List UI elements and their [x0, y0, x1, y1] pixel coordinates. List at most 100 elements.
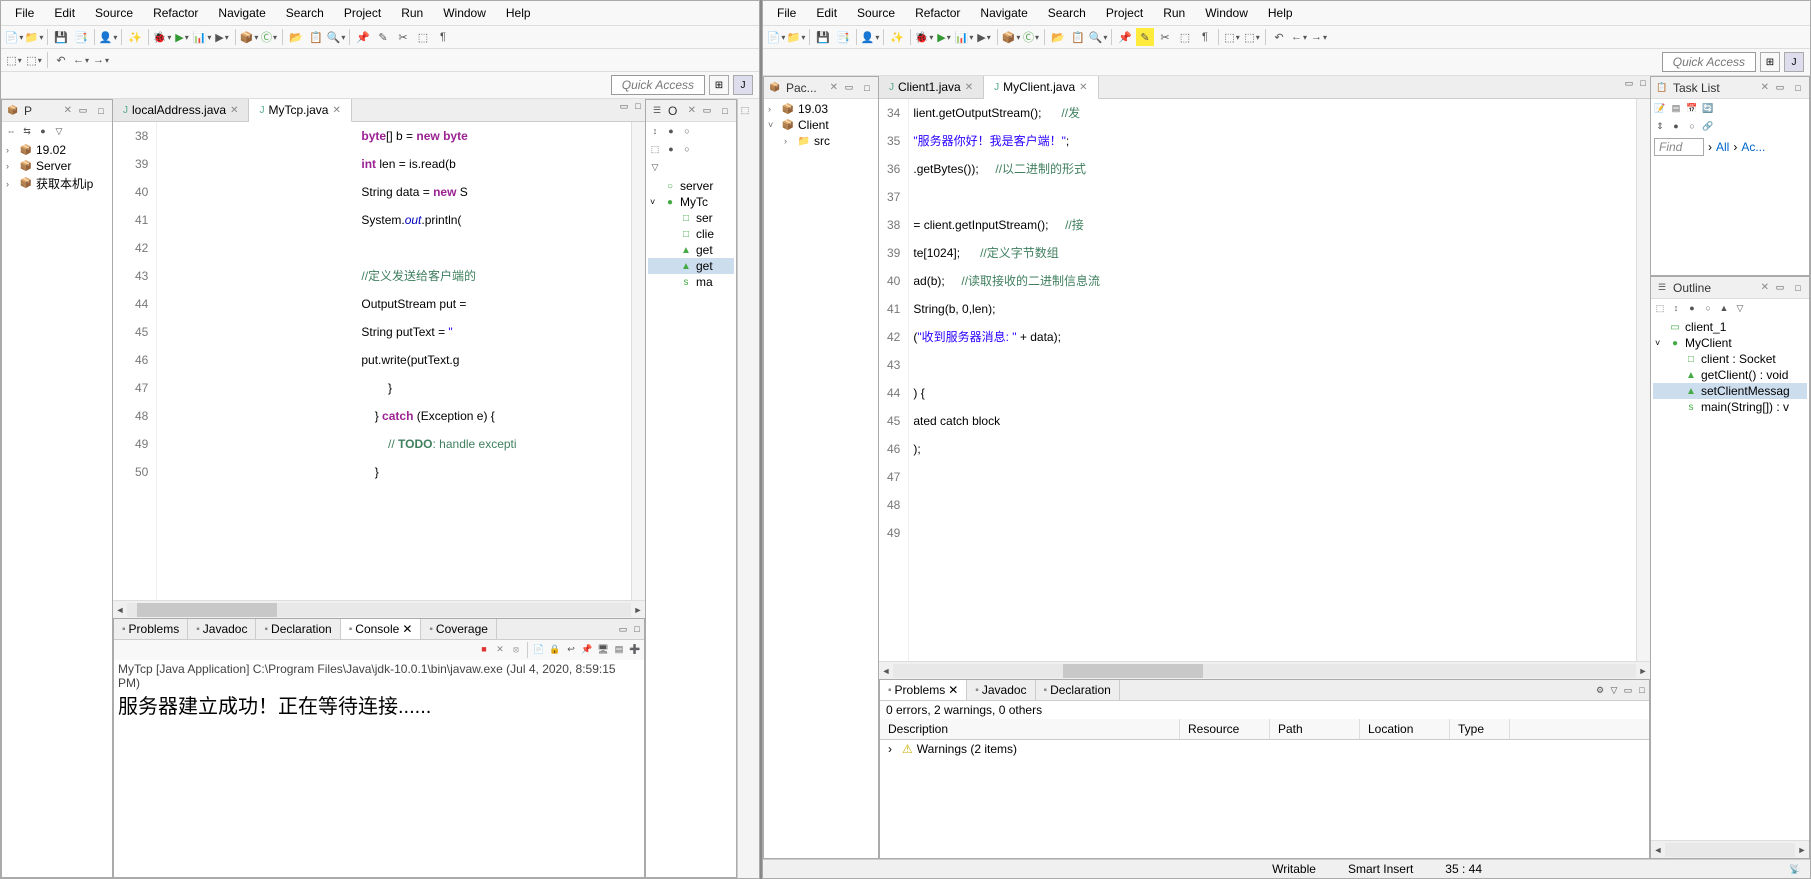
open-task[interactable]: 📋 — [307, 28, 325, 46]
menu-search[interactable]: Search — [1038, 3, 1096, 23]
back-dd[interactable]: ← — [1290, 28, 1308, 46]
menu-source[interactable]: Source — [85, 3, 143, 23]
editor-tab[interactable]: JlocalAddress.java✕ — [113, 99, 249, 121]
open-type[interactable]: 📂 — [287, 28, 305, 46]
save-dd[interactable]: 📁 — [25, 28, 43, 46]
max-icon[interactable]: □ — [1636, 76, 1650, 90]
new-button[interactable]: 📄 — [767, 28, 785, 46]
new-class[interactable]: Ⓒ — [1022, 28, 1040, 46]
menu-window[interactable]: Window — [433, 3, 496, 23]
close-icon[interactable]: ✕ — [402, 622, 412, 636]
sync-icon[interactable]: 🔄 — [1701, 101, 1715, 115]
wand-icon[interactable]: ✨ — [126, 28, 144, 46]
save-all-icon[interactable]: 📑 — [72, 28, 90, 46]
search-dd[interactable]: 🔍 — [327, 28, 345, 46]
bottom-tab-declaration[interactable]: ▪Declaration — [1036, 680, 1120, 700]
user-dd[interactable]: 👤 — [99, 28, 117, 46]
pin-icon[interactable]: 📌 — [1116, 28, 1134, 46]
tree-item[interactable]: ›📁src — [766, 133, 876, 149]
max-icon[interactable]: □ — [630, 622, 644, 636]
close-tab-icon[interactable]: ✕ — [1079, 82, 1087, 93]
f3-icon[interactable]: ○ — [680, 142, 694, 156]
close-icon[interactable]: ✕ — [1761, 282, 1769, 293]
min-icon[interactable]: ▭ — [1621, 683, 1635, 697]
hide-icon[interactable]: ○ — [1685, 119, 1699, 133]
outline-item[interactable]: ▲setClientMessag — [1653, 383, 1807, 399]
collapse-icon[interactable]: ⇕ — [1653, 119, 1667, 133]
hscroll-left[interactable]: ◄► — [113, 600, 645, 618]
code-editor-right[interactable]: lient.getOutputStream(); //发"服务器你好！我是客户端… — [909, 99, 1636, 661]
editor-tab[interactable]: JClient1.java✕ — [879, 76, 984, 98]
menu-navigate[interactable]: Navigate — [208, 3, 275, 23]
close-icon[interactable]: ✕ — [948, 683, 958, 697]
menu-project[interactable]: Project — [1096, 3, 1153, 23]
open-console-dd[interactable]: ▤ — [612, 642, 626, 656]
link-icon[interactable]: 🔗 — [1701, 119, 1715, 133]
word-wrap-icon[interactable]: ↩ — [564, 642, 578, 656]
tree-item[interactable]: ›📦Server — [4, 158, 110, 174]
scroll-lock-icon[interactable]: 🔒 — [548, 642, 562, 656]
save-icon[interactable]: 💾 — [52, 28, 70, 46]
perspective-btn[interactable]: ⊞ — [709, 75, 729, 95]
col-location[interactable]: Location — [1360, 719, 1450, 739]
bottom-tab-problems[interactable]: ▪Problems ✕ — [880, 680, 967, 700]
menu-icon[interactable]: ▽ — [52, 124, 66, 138]
coverage-button[interactable]: 📊 — [955, 28, 973, 46]
menu-refactor[interactable]: Refactor — [905, 3, 970, 23]
min-icon[interactable]: ▭ — [1773, 281, 1787, 295]
menu-window[interactable]: Window — [1195, 3, 1258, 23]
menu-help[interactable]: Help — [1258, 3, 1303, 23]
new-class[interactable]: Ⓒ — [260, 28, 278, 46]
wand-icon[interactable]: ✨ — [888, 28, 906, 46]
menu-icon[interactable]: ▽ — [1607, 683, 1621, 697]
outline-item[interactable]: □clie — [648, 226, 734, 242]
restore-icon[interactable]: ⬚ — [738, 103, 752, 117]
java-perspective[interactable]: J — [1784, 52, 1804, 72]
toggle-icon[interactable]: ⬚ — [414, 28, 432, 46]
min-icon[interactable]: ▭ — [617, 99, 631, 113]
pin-icon[interactable]: 📌 — [354, 28, 372, 46]
link-icon[interactable]: ⇆ — [20, 124, 34, 138]
new-pkg[interactable]: 📦 — [240, 28, 258, 46]
f2[interactable]: ↕ — [1669, 301, 1683, 315]
save-all-icon[interactable]: 📑 — [834, 28, 852, 46]
bottom-tab-javadoc[interactable]: ▪Javadoc — [188, 619, 256, 639]
max-icon[interactable]: □ — [631, 99, 645, 113]
min-icon[interactable]: ▭ — [1622, 76, 1636, 90]
perspective-btn[interactable]: ⊞ — [1760, 52, 1780, 72]
mark-icon[interactable]: ✎ — [374, 28, 392, 46]
cut-icon[interactable]: ✂ — [394, 28, 412, 46]
tree-item[interactable]: ›📦19.02 — [4, 142, 110, 158]
max-icon[interactable]: □ — [1635, 683, 1649, 697]
nav2[interactable]: ⬚ — [1243, 28, 1261, 46]
menu-edit[interactable]: Edit — [806, 3, 847, 23]
focus-icon[interactable]: ● — [36, 124, 50, 138]
max-icon[interactable]: □ — [1791, 281, 1805, 295]
menu-project[interactable]: Project — [334, 3, 391, 23]
back-dd[interactable]: ← — [72, 51, 90, 69]
outline-item[interactable]: ○server — [648, 178, 734, 194]
outline-item[interactable]: smain(String[]) : v — [1653, 399, 1807, 415]
outline-item[interactable]: □client : Socket — [1653, 351, 1807, 367]
bottom-tab-coverage[interactable]: ▪Coverage — [421, 619, 497, 639]
outline-item[interactable]: ˅●MyTc — [648, 194, 734, 210]
f1-icon[interactable]: ⬚ — [648, 142, 662, 156]
terminate-icon[interactable]: ■ — [477, 642, 491, 656]
all-link[interactable]: All — [1716, 140, 1729, 154]
max-icon[interactable]: □ — [860, 81, 874, 95]
bottom-tab-problems[interactable]: ▪Problems — [114, 619, 188, 639]
hide-icon[interactable]: ○ — [680, 124, 694, 138]
tree-item[interactable]: ›📦19.03 — [766, 101, 876, 117]
maximize-icon[interactable]: □ — [94, 104, 108, 118]
ext-run[interactable]: ▶ — [975, 28, 993, 46]
f4[interactable]: ○ — [1701, 301, 1715, 315]
warnings-row[interactable]: › ⚠ Warnings (2 items) — [880, 740, 1649, 758]
save-icon[interactable]: 💾 — [814, 28, 832, 46]
outline-item[interactable]: sma — [648, 274, 734, 290]
save-dd[interactable]: 📁 — [787, 28, 805, 46]
display-icon[interactable]: 🖥 — [596, 642, 610, 656]
nav-dd1[interactable]: ⬚ — [5, 51, 23, 69]
run-button[interactable]: ▶ — [935, 28, 953, 46]
close-tab-icon[interactable]: ✕ — [332, 105, 340, 116]
focus-icon[interactable]: ● — [1669, 119, 1683, 133]
